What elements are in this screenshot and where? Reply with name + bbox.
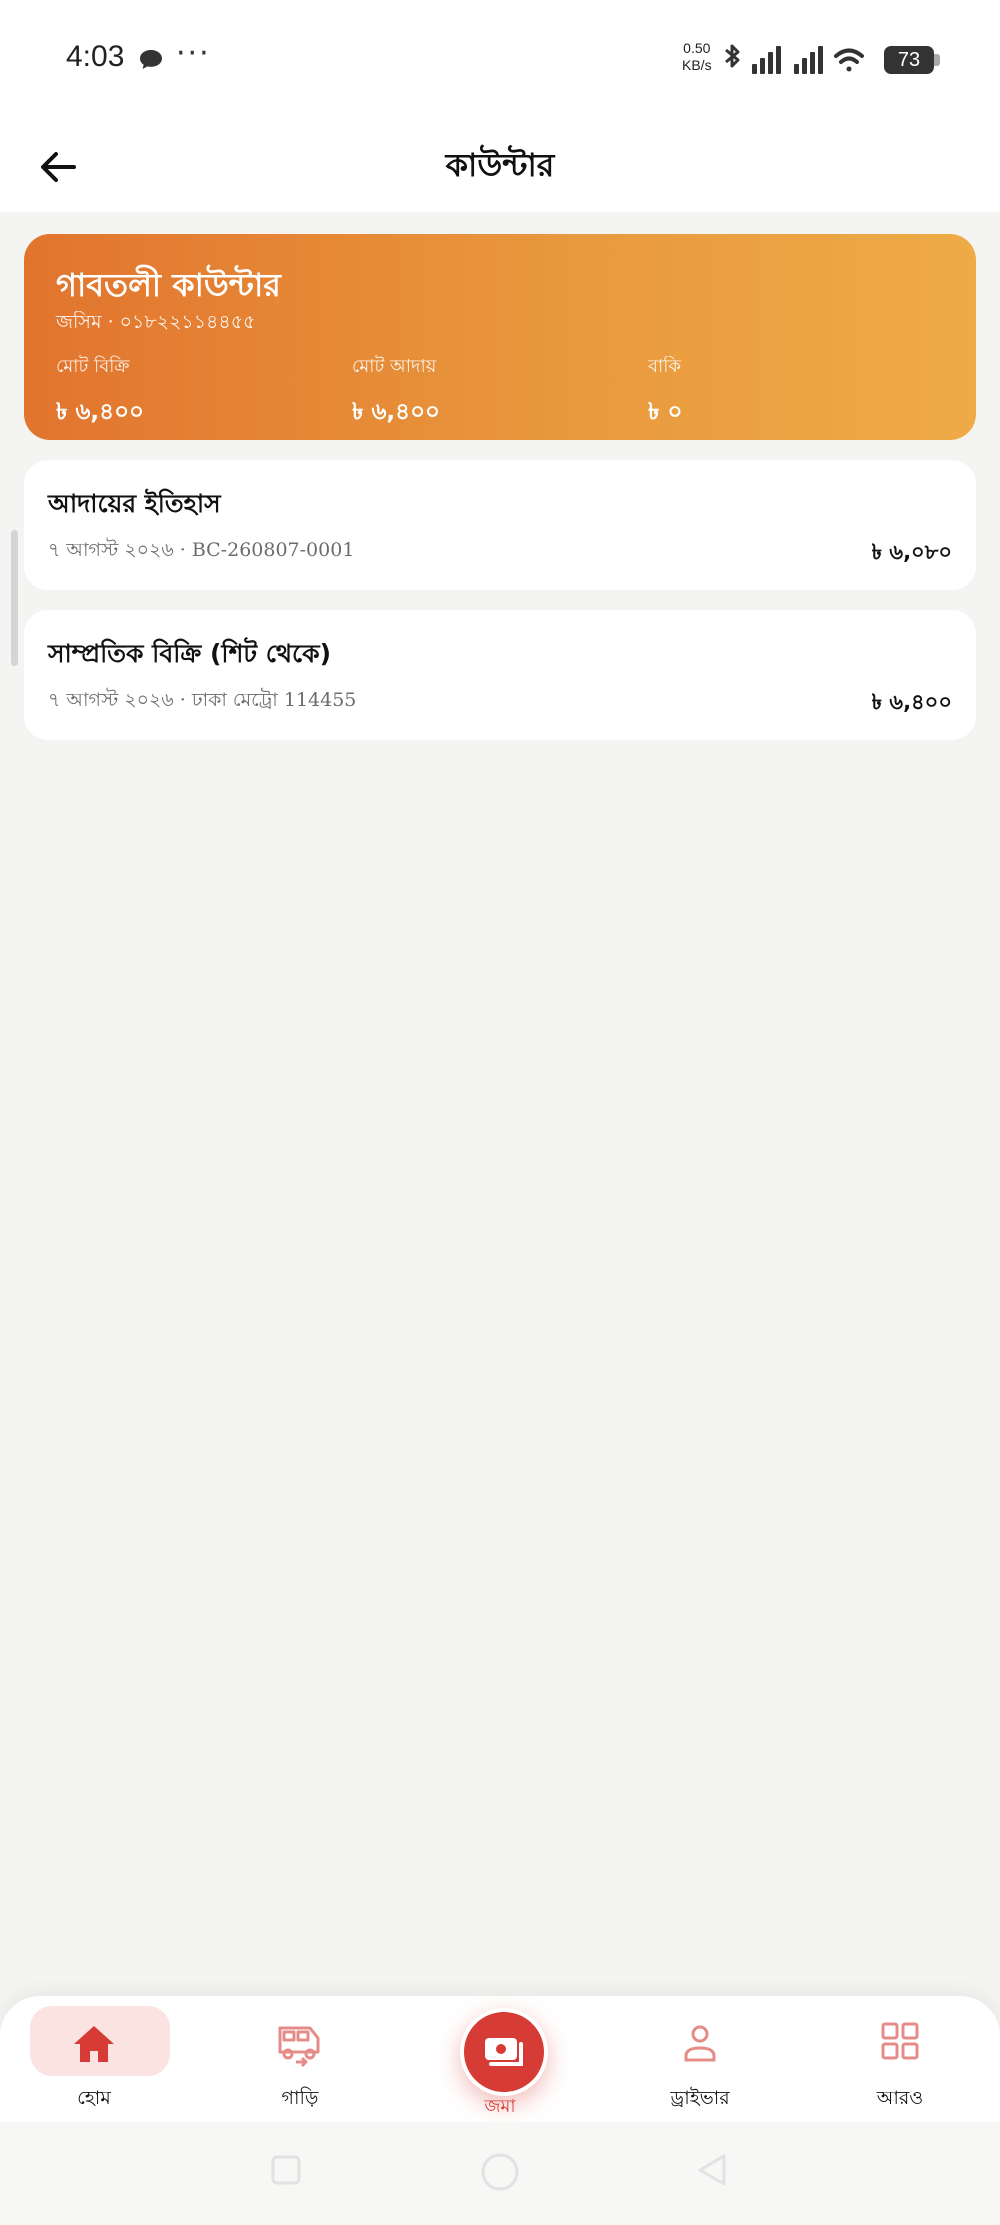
card-title: সাম্প্রতিক বিক্রি (শিট থেকে): [48, 639, 332, 668]
battery-icon: 73: [884, 46, 934, 74]
back-button-icon[interactable]: [694, 2152, 730, 2188]
page-title: কাউন্টার: [445, 146, 555, 184]
system-nav-bar: [0, 2122, 1000, 2225]
collection-history-card[interactable]: আদায়ের ইতিহাস ৭ আগস্ট ২০২৬ · BC-260807-…: [24, 460, 976, 590]
battery-tip: [934, 54, 940, 66]
signal-icon: [752, 46, 781, 74]
stat-value: ৳ ৬,৪০০: [56, 399, 144, 425]
nav-label: আরও: [876, 2087, 924, 2109]
app-bar: কাউন্টার: [0, 120, 1000, 212]
nav-label: হোম: [77, 2087, 111, 2109]
counter-contact: জসিম · ০১৮২২১১৪৪৫৫: [56, 311, 256, 333]
stat-total-collected: মোট আদায় ৳ ৬,৪০০: [352, 352, 440, 432]
more-dots-icon: ···: [176, 36, 211, 71]
nav-label: ড্রাইভার: [670, 2087, 730, 2109]
deposit-fab-button[interactable]: [460, 2008, 548, 2096]
network-speed-value: 0.50: [683, 40, 711, 56]
stat-label: মোট বিক্রি: [56, 356, 130, 377]
scrollbar[interactable]: [11, 530, 18, 666]
card-amount: ৳ ৬,০৮০: [871, 540, 952, 564]
bottom-nav: হোম গাড়ি জমা ড্রাইভার আরও: [0, 1996, 1000, 2122]
counter-name: গাবতলী কাউন্টার: [56, 266, 281, 304]
card-amount: ৳ ৬,৪০০: [871, 690, 952, 714]
signal-icon: [794, 46, 823, 74]
home-icon: [74, 2026, 114, 2062]
network-speed: 0.50 KB/s: [682, 40, 712, 74]
nav-label: গাড়ি: [281, 2087, 319, 2109]
wifi-icon: [834, 48, 864, 72]
chat-bubble-icon: [138, 48, 164, 76]
status-bar: 4:03 ··· 0.50 KB/s 73: [0, 0, 1000, 120]
stat-label: বাকি: [648, 356, 681, 377]
bus-icon: [278, 2026, 320, 2068]
grid-icon: [881, 2022, 919, 2060]
stat-due: বাকি ৳ ০: [648, 352, 682, 432]
status-icons: [718, 44, 878, 82]
nav-driver[interactable]: ড্রাইভার: [630, 1996, 770, 2122]
nav-home[interactable]: হোম: [24, 1996, 170, 2122]
stat-total-sales: মোট বিক্রি ৳ ৬,৪০০: [56, 352, 144, 432]
card-subtitle: ৭ আগস্ট ২০২৬ · ঢাকা মেট্রো 114455: [48, 689, 357, 711]
cash-icon: [485, 2038, 523, 2066]
card-subtitle: ৭ আগস্ট ২০২৬ · BC-260807-0001: [48, 539, 355, 561]
nav-more[interactable]: আরও: [830, 1996, 970, 2122]
counter-summary-card: গাবতলী কাউন্টার জসিম · ০১৮২২১১৪৪৫৫ মোট ব…: [24, 234, 976, 440]
recent-sales-card[interactable]: সাম্প্রতিক বিক্রি (শিট থেকে) ৭ আগস্ট ২০২…: [24, 610, 976, 740]
stat-value: ৳ ৬,৪০০: [352, 399, 440, 425]
bluetooth-icon: [725, 44, 740, 68]
nav-label-deposit[interactable]: জমা: [450, 2092, 550, 2123]
status-time: 4:03: [66, 40, 125, 73]
nav-vehicles[interactable]: গাড়ি: [230, 1996, 370, 2122]
stat-label: মোট আদায়: [352, 356, 437, 377]
home-button-icon[interactable]: [478, 2152, 522, 2196]
stat-value: ৳ ০: [648, 399, 683, 425]
card-title: আদায়ের ইতিহাস: [48, 489, 221, 518]
network-speed-unit: KB/s: [682, 57, 712, 73]
person-icon: [684, 2025, 716, 2062]
recents-button-icon[interactable]: [268, 2152, 304, 2188]
